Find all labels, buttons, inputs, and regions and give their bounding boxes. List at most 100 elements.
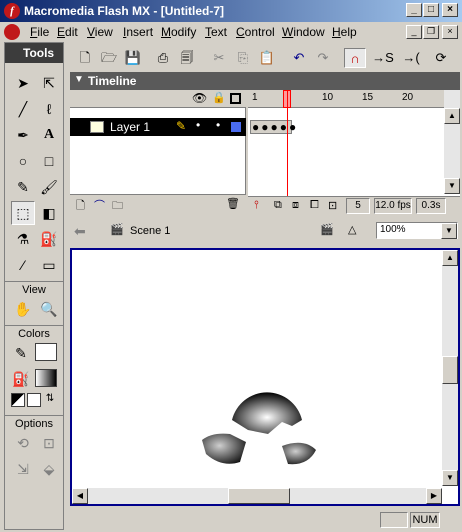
frame-ruler[interactable]: 1 5 10 15 20 — [248, 90, 460, 108]
menu-edit[interactable]: Edit — [57, 25, 78, 39]
save-icon[interactable]: 💾 — [122, 48, 144, 68]
default-colors-icon[interactable] — [11, 393, 25, 407]
paint-bucket-tool-icon[interactable]: ⛽ — [37, 227, 61, 251]
snap-option-icon[interactable]: ⟲ — [11, 431, 35, 455]
fill-transform-tool-icon[interactable]: ◧ — [37, 201, 61, 225]
fill-color-swatch[interactable] — [35, 369, 57, 387]
scroll-down-icon[interactable]: ▼ — [444, 178, 460, 194]
paste-icon[interactable]: 📋 — [256, 48, 278, 68]
lock-icon[interactable]: 🔒 — [212, 91, 226, 104]
timeline-vscroll[interactable]: ▲ ▼ — [444, 90, 460, 194]
minimize-button[interactable]: _ — [406, 3, 422, 17]
menu-file[interactable]: File — [30, 25, 49, 39]
add-guide-layer-icon[interactable]: ⌒ — [94, 197, 105, 213]
lasso-tool-icon[interactable]: ℓ — [37, 97, 61, 121]
maximize-button[interactable]: □ — [423, 3, 439, 17]
delete-layer-icon[interactable]: 🗑 — [226, 197, 240, 210]
distort-option-icon[interactable]: ⬙ — [37, 457, 61, 481]
onion-markers-icon[interactable]: ⊡ — [328, 199, 337, 212]
stage-vscroll[interactable]: ▲ ▼ — [442, 250, 458, 486]
brush-tool-icon[interactable]: 🖌 — [37, 175, 61, 199]
layer-row[interactable]: Layer 1 ✎ • • — [70, 118, 246, 136]
rectangle-tool-icon[interactable]: □ — [37, 149, 61, 173]
lock-dot[interactable]: • — [216, 118, 220, 132]
scroll-right-icon[interactable]: ▶ — [426, 488, 442, 504]
document-icon[interactable] — [4, 24, 20, 40]
menu-modify[interactable]: Modify — [161, 25, 196, 39]
smooth-icon[interactable]: →S — [372, 48, 394, 68]
menu-window[interactable]: Window — [282, 25, 325, 39]
layer-name: Layer 1 — [110, 120, 151, 134]
new-file-icon[interactable]: 🗋 — [74, 48, 96, 68]
no-color-icon[interactable] — [27, 393, 41, 407]
menu-control[interactable]: Control — [236, 25, 275, 39]
center-frame-icon[interactable]: ⫯ — [254, 199, 259, 212]
onion-skin-icon[interactable]: ⧉ — [274, 199, 282, 212]
insert-folder-icon[interactable]: 🗀 — [112, 197, 123, 216]
edit-scene-icon[interactable]: 🎬 — [320, 223, 334, 236]
eye-icon[interactable]: 👁 — [192, 91, 207, 105]
menu-help[interactable]: Help — [332, 25, 357, 39]
menu-view[interactable]: View — [87, 25, 113, 39]
pencil-tool-icon[interactable]: ✎ — [11, 175, 35, 199]
scroll-up-icon[interactable]: ▲ — [444, 108, 460, 124]
doc-restore-button[interactable]: ❐ — [423, 25, 439, 39]
cut-icon[interactable]: ✂ — [208, 48, 230, 68]
shell-right-shape — [282, 442, 316, 465]
scale-option-icon[interactable]: ⇲ — [11, 457, 35, 481]
insert-layer-icon[interactable]: 🗋 — [76, 197, 85, 216]
stage-area[interactable]: ▲ ▼ ◀ ▶ — [70, 248, 460, 506]
copy-icon[interactable]: ⎘ — [232, 48, 254, 68]
close-button[interactable]: × — [442, 3, 458, 17]
keyframe-dots: ●●●●● — [252, 120, 299, 134]
line-tool-icon[interactable]: ╱ — [11, 97, 35, 121]
vscroll-thumb[interactable] — [442, 356, 458, 384]
timeline-header[interactable]: ▼ Timeline — [70, 72, 460, 90]
arrow-tool-icon[interactable]: ➤ — [11, 71, 35, 95]
rotate-option-icon[interactable]: ⊡ — [37, 431, 61, 455]
oval-tool-icon[interactable]: ○ — [11, 149, 35, 173]
chevron-down-icon[interactable]: ▼ — [441, 223, 457, 239]
flash-app-icon[interactable]: f — [4, 3, 20, 19]
tools-header[interactable]: Tools — [5, 43, 63, 63]
menu-text[interactable]: Text — [205, 25, 227, 39]
subselect-tool-icon[interactable]: ⇱ — [37, 71, 61, 95]
hscroll-thumb[interactable] — [228, 488, 290, 504]
visibility-dot[interactable]: • — [196, 118, 200, 132]
stage-hscroll[interactable]: ◀ ▶ — [72, 488, 442, 504]
zoom-tool-icon[interactable]: 🔍 — [37, 297, 61, 321]
eraser-tool-icon[interactable]: ▭ — [37, 253, 61, 277]
zoom-select[interactable]: 100% ▼ — [376, 222, 458, 239]
snap-to-objects-icon[interactable]: ∩ — [344, 48, 366, 68]
scroll-down-icon[interactable]: ▼ — [442, 470, 458, 486]
hand-tool-icon[interactable]: ✋ — [11, 297, 35, 321]
print-preview-icon[interactable]: 🗐 — [176, 48, 198, 68]
redo-icon[interactable]: ↷ — [312, 48, 334, 68]
back-arrow-icon[interactable]: ⬅ — [74, 223, 86, 240]
stroke-color-swatch[interactable] — [35, 343, 57, 361]
free-transform-tool-icon[interactable]: ⬚ — [11, 201, 35, 225]
text-tool-icon[interactable]: A — [37, 123, 61, 147]
open-file-icon[interactable]: 🗁 — [98, 48, 120, 68]
scroll-up-icon[interactable]: ▲ — [442, 250, 458, 266]
onion-outline-icon[interactable]: ⧈ — [292, 199, 299, 212]
frame-row[interactable]: ●●●●● — [248, 118, 438, 136]
rotate-icon[interactable]: ⟳ — [430, 48, 452, 68]
pen-tool-icon[interactable]: ✒ — [11, 123, 35, 147]
stage-canvas — [202, 392, 316, 465]
straighten-icon[interactable]: →( — [400, 48, 422, 68]
ink-bottle-tool-icon[interactable]: ⚗ — [11, 227, 35, 251]
print-icon[interactable]: ⎙ — [152, 48, 174, 68]
edit-symbols-icon[interactable]: △ — [348, 223, 356, 236]
edit-multiple-icon[interactable]: ⧠ — [310, 199, 319, 212]
eyedropper-tool-icon[interactable]: ⁄ — [11, 253, 35, 277]
scroll-left-icon[interactable]: ◀ — [72, 488, 88, 504]
doc-minimize-button[interactable]: _ — [406, 25, 422, 39]
undo-icon[interactable]: ↶ — [288, 48, 310, 68]
menu-insert[interactable]: Insert — [123, 25, 153, 39]
doc-close-button[interactable]: × — [442, 25, 458, 39]
layer-outline-color[interactable] — [231, 122, 241, 132]
collapse-arrow-icon[interactable]: ▼ — [74, 74, 84, 85]
outline-icon[interactable] — [230, 93, 241, 104]
swap-colors-icon[interactable]: ⇅ — [43, 393, 57, 407]
